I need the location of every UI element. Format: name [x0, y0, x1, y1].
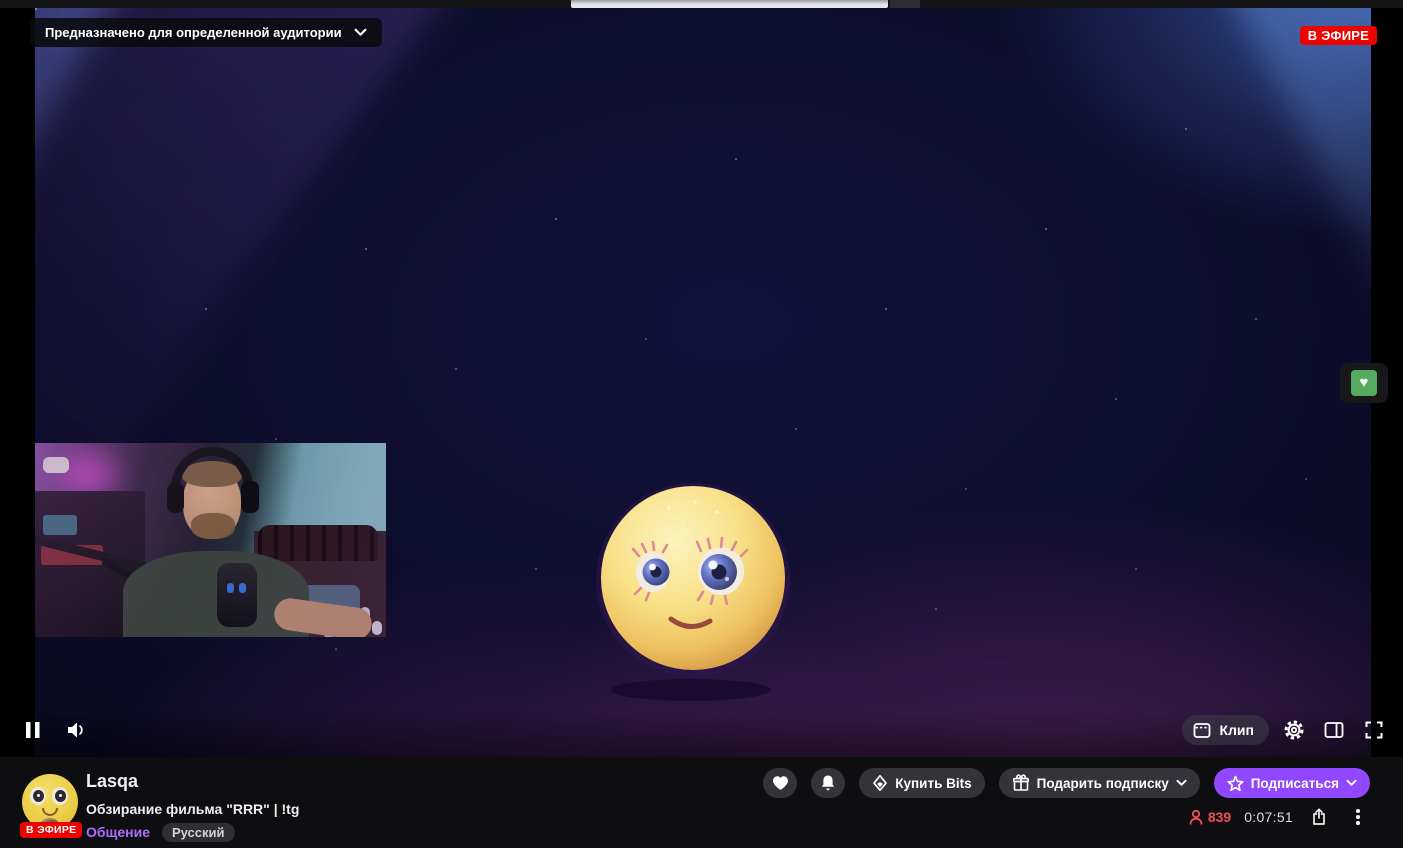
heart-icon [772, 776, 788, 790]
buy-bits-label: Купить Bits [895, 775, 972, 791]
subscribe-label: Подписаться [1250, 775, 1339, 791]
fullscreen-button[interactable] [1359, 715, 1389, 745]
player-controls: Клип [0, 709, 1403, 757]
clip-icon [1194, 722, 1211, 738]
star-icon [1227, 775, 1244, 791]
stream-video [35, 8, 1371, 757]
follow-button[interactable] [763, 768, 798, 798]
fullscreen-icon [1365, 721, 1383, 739]
gift-sub-button[interactable]: Подарить подписку [998, 768, 1200, 798]
stream-uptime: 0:07:51 [1244, 809, 1293, 825]
chevron-down-icon [1346, 779, 1357, 786]
live-badge: В ЭФИРЕ [1299, 26, 1377, 45]
chevron-down-icon [1176, 779, 1187, 786]
bits-gem-icon [873, 774, 888, 792]
screen: Предназначено для определенной аудитории… [0, 0, 1403, 848]
buy-bits-button[interactable]: Купить Bits [859, 768, 985, 798]
subscribe-button[interactable]: Подписаться [1213, 768, 1370, 798]
notifications-button[interactable] [811, 768, 846, 798]
stream-title: Обзирание фильма "RRR" | !tg [86, 801, 300, 817]
clip-label: Клип [1219, 722, 1254, 738]
kebab-icon [1356, 809, 1360, 825]
stream-meta: Общение Русский [86, 821, 235, 843]
stream-stats: 839 0:07:51 [1188, 805, 1371, 829]
extension-heart-button[interactable]: ♥ [1340, 363, 1388, 403]
spotlight-beam [35, 8, 162, 757]
viewer-count: 839 [1207, 809, 1232, 825]
pause-button[interactable] [18, 715, 48, 745]
volume-button[interactable] [62, 715, 92, 745]
share-button[interactable] [1306, 804, 1332, 830]
channel-name[interactable]: Lasqa [86, 771, 138, 792]
share-icon [1313, 808, 1325, 825]
clip-button[interactable]: Клип [1182, 715, 1269, 745]
gift-sub-label: Подарить подписку [1036, 775, 1169, 791]
viewers-icon [1189, 809, 1203, 825]
settings-button[interactable] [1279, 715, 1309, 745]
channel-info-bar: В ЭФИРЕ Lasqa Обзирание фильма "RRR" | !… [0, 757, 1403, 848]
bell-icon [822, 775, 835, 791]
avatar-live-badge: В ЭФИРЕ [20, 822, 83, 838]
top-nav-strip [0, 0, 1403, 8]
theater-mode-button[interactable] [1319, 715, 1349, 745]
starfield [35, 8, 37, 10]
gift-icon [1012, 774, 1029, 791]
volume-icon [68, 722, 83, 738]
category-link[interactable]: Общение [86, 824, 150, 840]
pause-icon [26, 722, 40, 738]
search-input[interactable] [571, 0, 888, 8]
video-player[interactable]: Предназначено для определенной аудитории… [0, 8, 1403, 757]
tag-language[interactable]: Русский [161, 822, 235, 842]
heart-icon: ♥ [1351, 370, 1377, 396]
webcam-overlay [35, 443, 386, 637]
spotlight-beam [1187, 8, 1371, 585]
channel-actions: Купить Bits Подарить подписку Подписатьс… [763, 768, 1370, 798]
gear-icon [1284, 720, 1304, 740]
more-options-button[interactable] [1345, 804, 1371, 830]
search-button[interactable] [890, 0, 920, 8]
theater-icon [1324, 722, 1344, 738]
mascot-emoji-character [596, 483, 790, 701]
chevron-down-icon [354, 28, 367, 36]
content-warning-label: Предназначено для определенной аудитории [45, 25, 342, 40]
content-warning-dropdown[interactable]: Предназначено для определенной аудитории [30, 18, 382, 47]
